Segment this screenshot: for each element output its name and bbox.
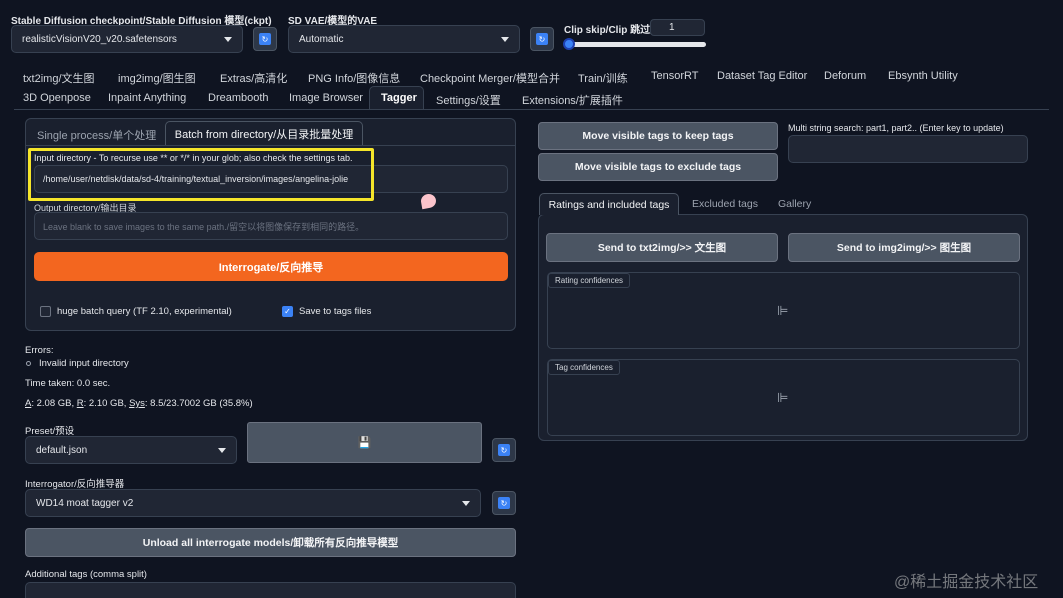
tab-gallery[interactable]: Gallery: [778, 198, 811, 210]
memory-stats: A: 2.08 GB, R: 2.10 GB, Sys: 8.5/23.7002…: [25, 398, 253, 409]
bullet-icon: [26, 361, 31, 366]
save-tags-label: Save to tags files: [299, 306, 372, 317]
vae-refresh-button[interactable]: ↻: [530, 27, 554, 51]
unload-models-button[interactable]: Unload all interrogate models/卸载所有反向推导模型: [25, 528, 516, 557]
send-img2img-button[interactable]: Send to img2img/>> 图生图: [788, 233, 1020, 262]
tab-batch-directory[interactable]: Batch from directory/从目录批量处理: [165, 121, 363, 145]
errors-title: Errors:: [25, 345, 54, 356]
interrogator-select[interactable]: WD14 moat tagger v2: [25, 489, 481, 517]
interrogator-value: WD14 moat tagger v2: [36, 497, 134, 509]
tab-settings[interactable]: Settings/设置: [436, 92, 501, 108]
chevron-down-icon: [501, 36, 509, 42]
mem-sys-val: : 8.5/23.7002 GB (35.8%): [144, 398, 253, 409]
save-tags-checkbox[interactable]: ✓: [282, 306, 293, 317]
checkpoint-value: realisticVisionV20_v20.safetensors: [22, 33, 177, 45]
tab-train[interactable]: Train/训练: [578, 70, 628, 86]
mem-r-key: R: [76, 398, 84, 409]
tab-deforum[interactable]: Deforum: [824, 70, 866, 82]
mem-a-val: : 2.08 GB,: [31, 398, 77, 409]
error-item: Invalid input directory: [39, 358, 129, 369]
chevron-down-icon: [218, 447, 226, 453]
clip-skip-label: Clip skip/Clip 跳过层: [564, 25, 661, 36]
additional-tags-input[interactable]: [25, 582, 516, 598]
clip-skip-number-input[interactable]: 1: [650, 19, 705, 36]
refresh-icon: ↻: [259, 33, 271, 45]
vae-value: Automatic: [299, 33, 344, 45]
chevron-down-icon: [462, 500, 470, 506]
move-exclude-button[interactable]: Move visible tags to exclude tags: [538, 153, 778, 181]
rating-confidences-label: Rating confidences: [548, 273, 631, 288]
refresh-icon: ↻: [498, 444, 510, 456]
tab-dreambooth[interactable]: Dreambooth: [208, 92, 269, 104]
tab-inpaint-anything[interactable]: Inpaint Anything: [108, 92, 186, 104]
subtab-divider: [26, 145, 515, 146]
chart-placeholder-icon: ⊫: [777, 303, 789, 318]
tag-confidences-label: Tag confidences: [548, 360, 620, 375]
checkpoint-select[interactable]: realisticVisionV20_v20.safetensors: [11, 25, 243, 53]
save-tags-checkbox-row[interactable]: ✓ Save to tags files: [282, 306, 371, 317]
time-taken: Time taken: 0.0 sec.: [25, 378, 111, 389]
tab-tagger[interactable]: Tagger: [381, 92, 417, 104]
clip-skip-slider-track[interactable]: [564, 42, 706, 47]
preset-select[interactable]: default.json: [25, 436, 237, 464]
preset-value: default.json: [36, 444, 88, 456]
preset-refresh-button[interactable]: ↻: [492, 438, 516, 462]
save-icon: 💾: [357, 437, 372, 449]
send-txt2img-button[interactable]: Send to txt2img/>> 文生图: [546, 233, 778, 262]
tabs-divider: [14, 109, 1049, 110]
tab-checkpoint-merger[interactable]: Checkpoint Merger/模型合并: [420, 70, 560, 86]
watermark: @稀土掘金技术社区: [894, 574, 1039, 591]
interrogator-refresh-button[interactable]: ↻: [492, 491, 516, 515]
preset-label: Preset/预设: [25, 426, 75, 437]
clip-skip-slider-thumb[interactable]: [563, 38, 575, 50]
output-dir-field[interactable]: Leave blank to save images to the same p…: [34, 212, 508, 240]
tab-image-browser[interactable]: Image Browser: [289, 92, 363, 104]
multi-search-label: Multi string search: part1, part2.. (Ent…: [788, 123, 1004, 133]
huge-batch-checkbox-row[interactable]: huge batch query (TF 2.10, experimental): [40, 306, 232, 317]
tab-ebsynth-utility[interactable]: Ebsynth Utility: [888, 70, 958, 82]
yellow-highlight-box: [28, 148, 374, 201]
chevron-down-icon: [224, 36, 232, 42]
interrogator-label: Interrogator/反向推导器: [25, 479, 125, 490]
tab-ratings-included[interactable]: Ratings and included tags: [539, 193, 679, 215]
vae-select[interactable]: Automatic: [288, 25, 520, 53]
tab-3d-openpose[interactable]: 3D Openpose: [23, 92, 91, 104]
tab-extensions[interactable]: Extensions/扩展插件: [522, 92, 623, 108]
save-preset-button[interactable]: 💾: [247, 422, 482, 463]
checkpoint-refresh-button[interactable]: ↻: [253, 27, 277, 51]
tab-img2img[interactable]: img2img/图生图: [118, 70, 196, 86]
tab-extras[interactable]: Extras/高清化: [220, 70, 287, 86]
refresh-icon: ↻: [536, 33, 548, 45]
tab-dataset-tag-editor[interactable]: Dataset Tag Editor: [717, 70, 807, 82]
tab-png-info[interactable]: PNG Info/图像信息: [308, 70, 400, 86]
multi-search-input[interactable]: [788, 135, 1028, 163]
interrogate-button[interactable]: Interrogate/反向推导: [34, 252, 508, 281]
tab-tensorrt[interactable]: TensorRT: [651, 70, 698, 82]
tab-excluded-tags[interactable]: Excluded tags: [692, 198, 758, 210]
mem-r-val: : 2.10 GB,: [83, 398, 130, 409]
tab-single-process[interactable]: Single process/单个处理: [37, 127, 156, 143]
mem-sys-key: Sys: [129, 398, 145, 409]
chart-placeholder-icon: ⊫: [777, 390, 789, 405]
tab-txt2img[interactable]: txt2img/文生图: [23, 70, 95, 86]
additional-tags-label: Additional tags (comma split): [25, 569, 147, 580]
huge-batch-label: huge batch query (TF 2.10, experimental): [57, 306, 232, 317]
huge-batch-checkbox[interactable]: [40, 306, 51, 317]
refresh-icon: ↻: [498, 497, 510, 509]
move-keep-button[interactable]: Move visible tags to keep tags: [538, 122, 778, 150]
